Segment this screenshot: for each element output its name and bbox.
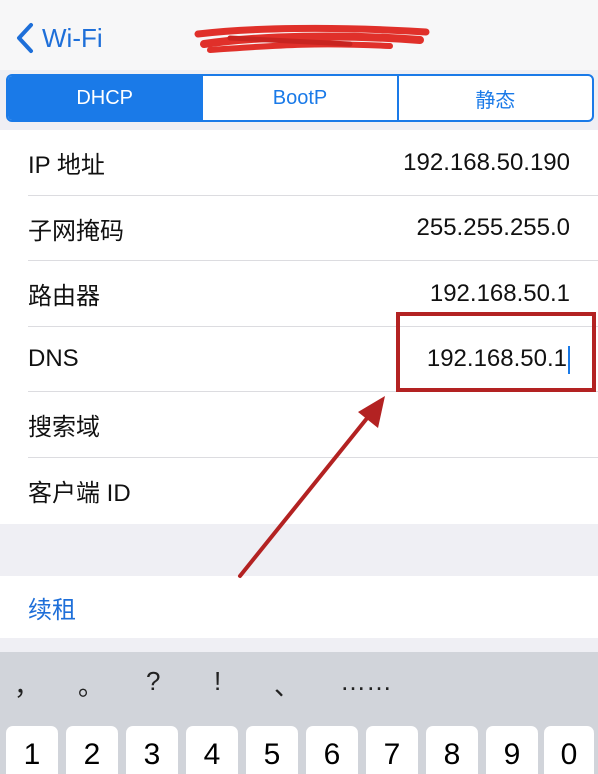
key-2[interactable]: 2 (66, 726, 118, 774)
field-label: 搜索域 (28, 414, 100, 442)
field-value: 255.255.255.0 (416, 214, 570, 242)
key-1[interactable]: 1 (6, 726, 58, 774)
field-subnet-mask[interactable]: 子网掩码 255.255.255.0 (0, 196, 598, 262)
segment-static[interactable]: 静态 (399, 76, 592, 120)
field-value: 192.168.50.1 (426, 344, 567, 372)
key-period[interactable]: 。 (78, 666, 104, 703)
field-dns[interactable]: DNS 192.168.50.1 (0, 327, 598, 393)
punctuation-row: ， 。 ? ! 、 …… (0, 652, 598, 718)
back-label: Wi-Fi (42, 22, 103, 53)
key-exclamation[interactable]: ! (214, 666, 221, 697)
back-button[interactable]: Wi-Fi (14, 18, 103, 58)
key-8[interactable]: 8 (426, 726, 478, 774)
key-comma[interactable]: ， (14, 666, 40, 703)
ip-settings-list: IP 地址 192.168.50.190 子网掩码 255.255.255.0 … (0, 130, 598, 524)
segment-dhcp[interactable]: DHCP (8, 76, 204, 120)
field-ip-address[interactable]: IP 地址 192.168.50.190 (0, 130, 598, 196)
key-question[interactable]: ? (146, 666, 160, 697)
key-ellipsis[interactable]: …… (340, 666, 392, 697)
navigation-bar: Wi-Fi (0, 0, 598, 70)
number-row: 1 2 3 4 5 6 7 8 9 0 (0, 726, 598, 774)
field-router[interactable]: 路由器 192.168.50.1 (0, 261, 598, 327)
field-label: 路由器 (28, 283, 100, 311)
chevron-left-icon (17, 23, 33, 53)
key-enumeration-comma[interactable]: 、 (274, 666, 300, 703)
key-3[interactable]: 3 (126, 726, 178, 774)
renew-lease-label: 续租 (28, 596, 76, 624)
address-mode-segmented-control: DHCP BootP 静态 (6, 74, 594, 122)
field-label: 客户端 ID (28, 479, 131, 507)
segment-bootp[interactable]: BootP (203, 76, 399, 120)
keyboard: ， 。 ? ! 、 …… 1 2 3 4 5 6 7 8 9 0 (0, 652, 598, 774)
field-search-domains[interactable]: 搜索域 (0, 392, 598, 458)
field-value: 192.168.50.190 (403, 148, 570, 176)
key-5[interactable]: 5 (246, 726, 298, 774)
key-0[interactable]: 0 (544, 726, 594, 774)
field-label: DNS (28, 345, 79, 373)
field-client-id[interactable]: 客户端 ID (0, 458, 598, 524)
key-7[interactable]: 7 (366, 726, 418, 774)
text-cursor (568, 345, 570, 374)
key-6[interactable]: 6 (306, 726, 358, 774)
key-4[interactable]: 4 (186, 726, 238, 774)
redaction-scribble (194, 24, 430, 53)
dns-input[interactable]: 192.168.50.1 (427, 345, 570, 374)
renew-lease-button[interactable]: 续租 (0, 576, 598, 638)
field-value: 192.168.50.1 (429, 279, 570, 307)
field-label: 子网掩码 (28, 217, 124, 245)
field-label: IP 地址 (28, 152, 105, 180)
key-9[interactable]: 9 (486, 726, 538, 774)
